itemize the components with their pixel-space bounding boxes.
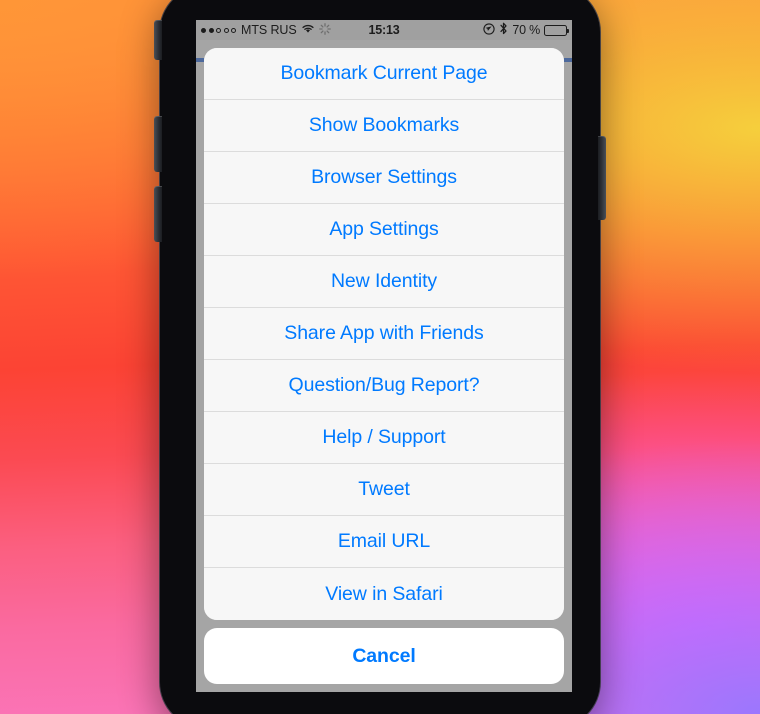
- action-item-browser-settings[interactable]: Browser Settings: [204, 152, 564, 204]
- bluetooth-icon: [499, 22, 508, 38]
- carrier-name: MTS RUS: [241, 23, 297, 37]
- activity-spinner-icon: [318, 22, 331, 38]
- action-sheet: Bookmark Current Page Show Bookmarks Bro…: [204, 48, 564, 684]
- volume-down-button[interactable]: [154, 186, 162, 242]
- cancel-button[interactable]: Cancel: [204, 628, 564, 684]
- action-item-email-url[interactable]: Email URL: [204, 516, 564, 568]
- status-bar-left: MTS RUS: [201, 22, 369, 38]
- action-item-share-app-with-friends[interactable]: Share App with Friends: [204, 308, 564, 360]
- volume-up-button[interactable]: [154, 116, 162, 172]
- action-item-new-identity[interactable]: New Identity: [204, 256, 564, 308]
- status-bar-clock: 15:13: [368, 23, 400, 37]
- action-item-show-bookmarks[interactable]: Show Bookmarks: [204, 100, 564, 152]
- phone-screen: MTS RUS 15:13 70 % Bookmark Current Page…: [196, 20, 572, 692]
- action-item-bookmark-current-page[interactable]: Bookmark Current Page: [204, 48, 564, 100]
- battery-icon: [544, 24, 570, 36]
- power-button[interactable]: [598, 136, 606, 220]
- silent-switch-button[interactable]: [154, 20, 162, 60]
- status-bar: MTS RUS 15:13 70 %: [196, 20, 572, 40]
- location-arrow-icon: [483, 22, 495, 38]
- action-sheet-items-group: Bookmark Current Page Show Bookmarks Bro…: [204, 48, 564, 620]
- status-bar-right: 70 %: [400, 22, 570, 38]
- action-item-tweet[interactable]: Tweet: [204, 464, 564, 516]
- phone-device-frame: MTS RUS 15:13 70 % Bookmark Current Page…: [154, 0, 606, 714]
- action-item-question-bug-report[interactable]: Question/Bug Report?: [204, 360, 564, 412]
- wifi-icon: [301, 23, 315, 37]
- action-item-app-settings[interactable]: App Settings: [204, 204, 564, 256]
- action-item-help-support[interactable]: Help / Support: [204, 412, 564, 464]
- battery-percentage-label: 70 %: [512, 23, 541, 37]
- cellular-signal-dots-icon: [201, 27, 236, 33]
- action-item-view-in-safari[interactable]: View in Safari: [204, 568, 564, 620]
